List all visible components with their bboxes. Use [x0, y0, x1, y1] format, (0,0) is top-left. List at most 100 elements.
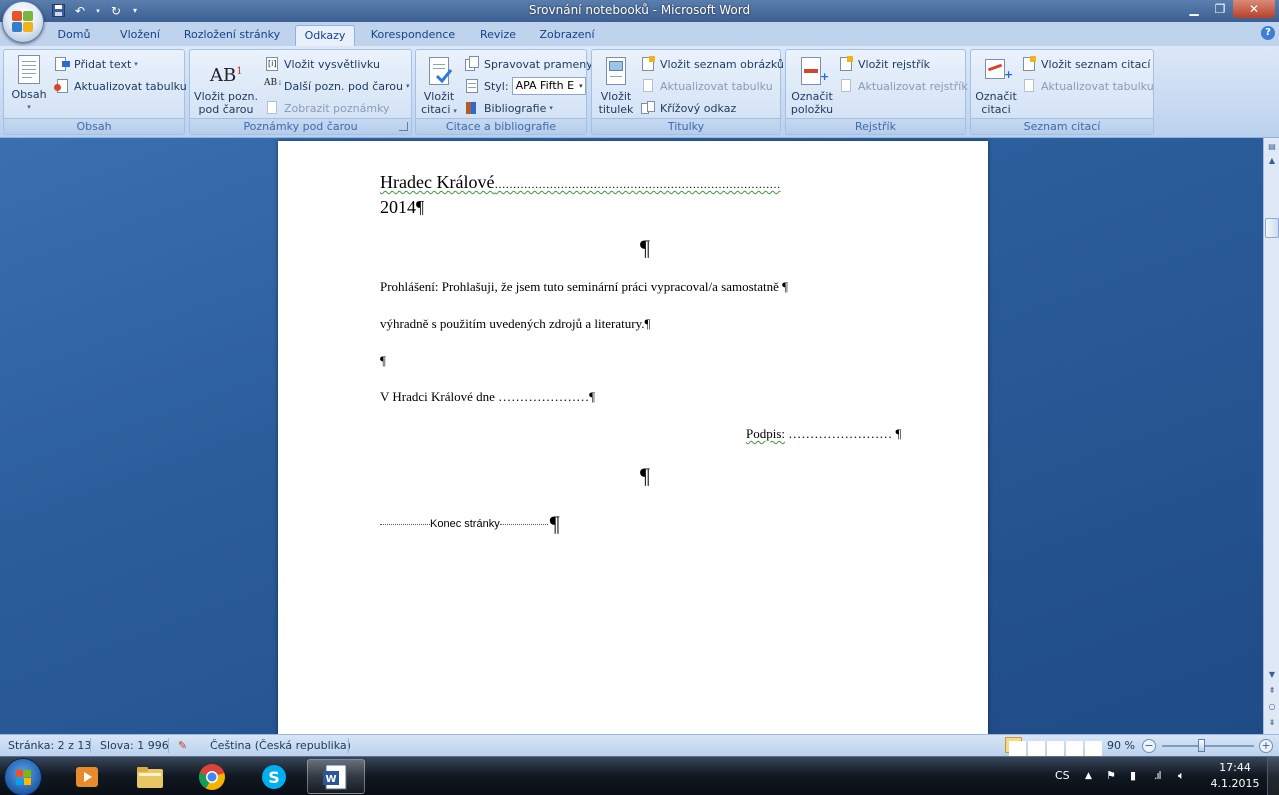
- chrome-icon: [198, 763, 225, 790]
- window-controls: ▁ ❐ ✕: [1181, 0, 1275, 18]
- show-desktop-button[interactable]: [1267, 757, 1279, 795]
- dalsi-pozn-label: Další pozn. pod čarou: [284, 79, 403, 93]
- aktualizovat-tabulku-button[interactable]: Aktualizovat tabulku: [54, 77, 187, 95]
- clock[interactable]: 17:44 4.1.2015: [1207, 760, 1263, 792]
- ruler-toggle-icon[interactable]: ▤: [1265, 140, 1279, 154]
- city-text: Hradec Králové: [380, 172, 495, 192]
- zobrazit-poznamky-button[interactable]: Zobrazit poznámky: [264, 99, 390, 117]
- styl-dropdown[interactable]: APA Fifth E ▾: [511, 77, 586, 95]
- oznacit-polozku-button[interactable]: + Označit položku: [788, 56, 836, 116]
- previous-page-icon[interactable]: ⇞: [1265, 684, 1279, 698]
- zoom-out-icon[interactable]: −: [1142, 739, 1156, 753]
- spravovat-prameny-button[interactable]: Spravovat prameny: [464, 55, 593, 73]
- browse-object-icon[interactable]: ○: [1265, 700, 1279, 714]
- vlozit-poznamku-button[interactable]: AB1 Vložit pozn. pod čarou: [192, 56, 260, 116]
- pridat-text-button[interactable]: Přidat text ▾: [54, 55, 138, 73]
- taskbar-media-player[interactable]: [58, 759, 116, 794]
- scroll-thumb[interactable]: [1265, 218, 1279, 238]
- zoom-slider-track[interactable]: [1162, 745, 1254, 747]
- endnote-icon: [i]: [264, 56, 280, 72]
- word-count[interactable]: Slova: 1 996: [100, 739, 169, 752]
- vlozit-seznam-citaci-button[interactable]: Vložit seznam citací: [1021, 55, 1150, 73]
- page-count[interactable]: Stránka: 2 z 13: [8, 739, 91, 752]
- proofing-icon[interactable]: ✎: [178, 739, 187, 752]
- aktualizovat-tabulku-obrazku-button[interactable]: Aktualizovat tabulku: [640, 77, 773, 95]
- vlozit-titulek-button[interactable]: Vložit titulek: [594, 56, 638, 116]
- tab-vlozeni[interactable]: Vložení: [112, 25, 168, 46]
- vlozit-citaci-button[interactable]: Vložit citaci ▾: [418, 56, 460, 118]
- vlozit-seznam-obrazku-button[interactable]: Vložit seznam obrázků: [640, 55, 784, 73]
- window-title: Srovnání notebooků - Microsoft Word: [528, 3, 751, 17]
- tab-revize[interactable]: Revize: [474, 25, 522, 46]
- outline-view-button[interactable]: [1062, 737, 1083, 757]
- help-icon[interactable]: ?: [1261, 26, 1275, 40]
- volume-icon[interactable]: 🔈︎: [1178, 769, 1185, 783]
- start-button[interactable]: [4, 758, 42, 795]
- taskbar-chrome[interactable]: [183, 759, 241, 794]
- bibliography-icon: [464, 100, 480, 116]
- tab-domu[interactable]: Domů: [52, 25, 96, 46]
- clock-date: 4.1.2015: [1210, 777, 1260, 790]
- zoom-level[interactable]: 90 %: [1107, 739, 1135, 752]
- title-bar: ↶ ▾ ↻ ▾ Srovnání notebooků - Microsoft W…: [0, 0, 1279, 43]
- office-button[interactable]: [2, 1, 44, 43]
- document-area: Hradec Králové………………………………………………………………………: [0, 138, 1263, 734]
- obsah-button[interactable]: Obsah ▾: [8, 54, 50, 114]
- bibliografie-button[interactable]: Bibliografie ▾: [464, 99, 553, 117]
- folder-icon: [137, 766, 163, 788]
- vlozit-vysvetlivku-button[interactable]: [i] Vložit vysvětlivku: [264, 55, 380, 73]
- taskbar-word[interactable]: W: [307, 759, 365, 794]
- group-seznam-citaci: + Označit citaci Vložit seznam citací Ak…: [970, 49, 1154, 135]
- group-label-obsah: Obsah: [4, 118, 184, 134]
- obsah-label: Obsah: [11, 88, 47, 101]
- group-label-poznamky: Poznámky pod čarou: [190, 118, 411, 134]
- document-page[interactable]: Hradec Králové………………………………………………………………………: [278, 141, 988, 734]
- cross-reference-icon: [640, 100, 656, 116]
- vlozit-citaci-label-2: citaci: [421, 103, 451, 116]
- view-buttons: [1005, 737, 1102, 757]
- page-break-pilcrow: ¶: [549, 511, 560, 536]
- aktualizovat-rejstrik-label: Aktualizovat rejstřík: [858, 79, 968, 93]
- aktualizovat-tabulku-citaci-button[interactable]: Aktualizovat tabulku: [1021, 77, 1154, 95]
- next-footnote-icon: AB↓: [264, 78, 283, 88]
- vlozit-rejstrik-button[interactable]: Vložit rejstřík: [838, 55, 930, 73]
- dialog-launcher-icon[interactable]: ↘: [399, 122, 408, 131]
- draft-view-button[interactable]: [1081, 737, 1102, 757]
- oznacit-citaci-button[interactable]: + Označit citaci: [973, 56, 1019, 116]
- minimize-button[interactable]: ▁: [1181, 0, 1207, 18]
- insert-table-of-authorities-icon: [1021, 56, 1037, 72]
- tab-odkazy[interactable]: Odkazy: [295, 25, 355, 46]
- dalsi-poznamka-button[interactable]: AB↓ Další pozn. pod čarou ▾: [264, 77, 409, 95]
- scroll-down-icon[interactable]: ▼: [1265, 668, 1279, 682]
- power-icon[interactable]: ▮: [1130, 769, 1136, 782]
- tab-zobrazeni[interactable]: Zobrazení: [532, 25, 602, 46]
- prohlaseni-line-2: výhradně s použitím uvedených zdrojů a l…: [380, 316, 651, 331]
- next-page-icon[interactable]: ⇟: [1265, 716, 1279, 730]
- oznacit-polozku-label-2: položku: [790, 103, 834, 116]
- action-center-flag-icon[interactable]: ⚑: [1106, 769, 1116, 782]
- full-screen-reading-view-button[interactable]: [1024, 737, 1045, 757]
- scroll-up-icon[interactable]: ▲: [1265, 154, 1279, 168]
- vertical-scrollbar[interactable]: ▤ ▲ ▼ ⇞ ○ ⇟: [1263, 138, 1279, 734]
- zoom-slider-thumb[interactable]: [1198, 739, 1205, 752]
- show-notes-icon: [264, 100, 280, 116]
- krizovy-odkaz-label: Křížový odkaz: [660, 101, 737, 115]
- web-layout-view-button[interactable]: [1043, 737, 1064, 757]
- language-status[interactable]: Čeština (Česká republika): [210, 739, 351, 752]
- maximize-button[interactable]: ❐: [1207, 0, 1233, 18]
- taskbar-explorer[interactable]: [121, 759, 179, 794]
- group-rejstrik: + Označit položku Vložit rejstřík Aktual…: [785, 49, 968, 135]
- zoom-in-icon[interactable]: +: [1259, 739, 1273, 753]
- tab-rozlozeni-stranky[interactable]: Rozložení stránky: [180, 25, 284, 46]
- tab-korespondence[interactable]: Korespondence: [364, 25, 462, 46]
- network-signal-icon[interactable]: .ıl: [1154, 769, 1162, 782]
- taskbar-skype[interactable]: S: [245, 759, 303, 794]
- close-button[interactable]: ✕: [1233, 0, 1275, 18]
- vlozit-citaci-label-1: Vložit: [423, 90, 455, 103]
- input-language[interactable]: CS: [1055, 769, 1070, 782]
- aktualizovat-rejstrik-button[interactable]: Aktualizovat rejstřík: [838, 77, 968, 95]
- page-break-line: [499, 523, 548, 525]
- print-layout-view-button[interactable]: [1005, 737, 1026, 757]
- show-hidden-icons-icon[interactable]: ▲: [1085, 771, 1092, 781]
- krizovy-odkaz-button[interactable]: Křížový odkaz: [640, 99, 736, 117]
